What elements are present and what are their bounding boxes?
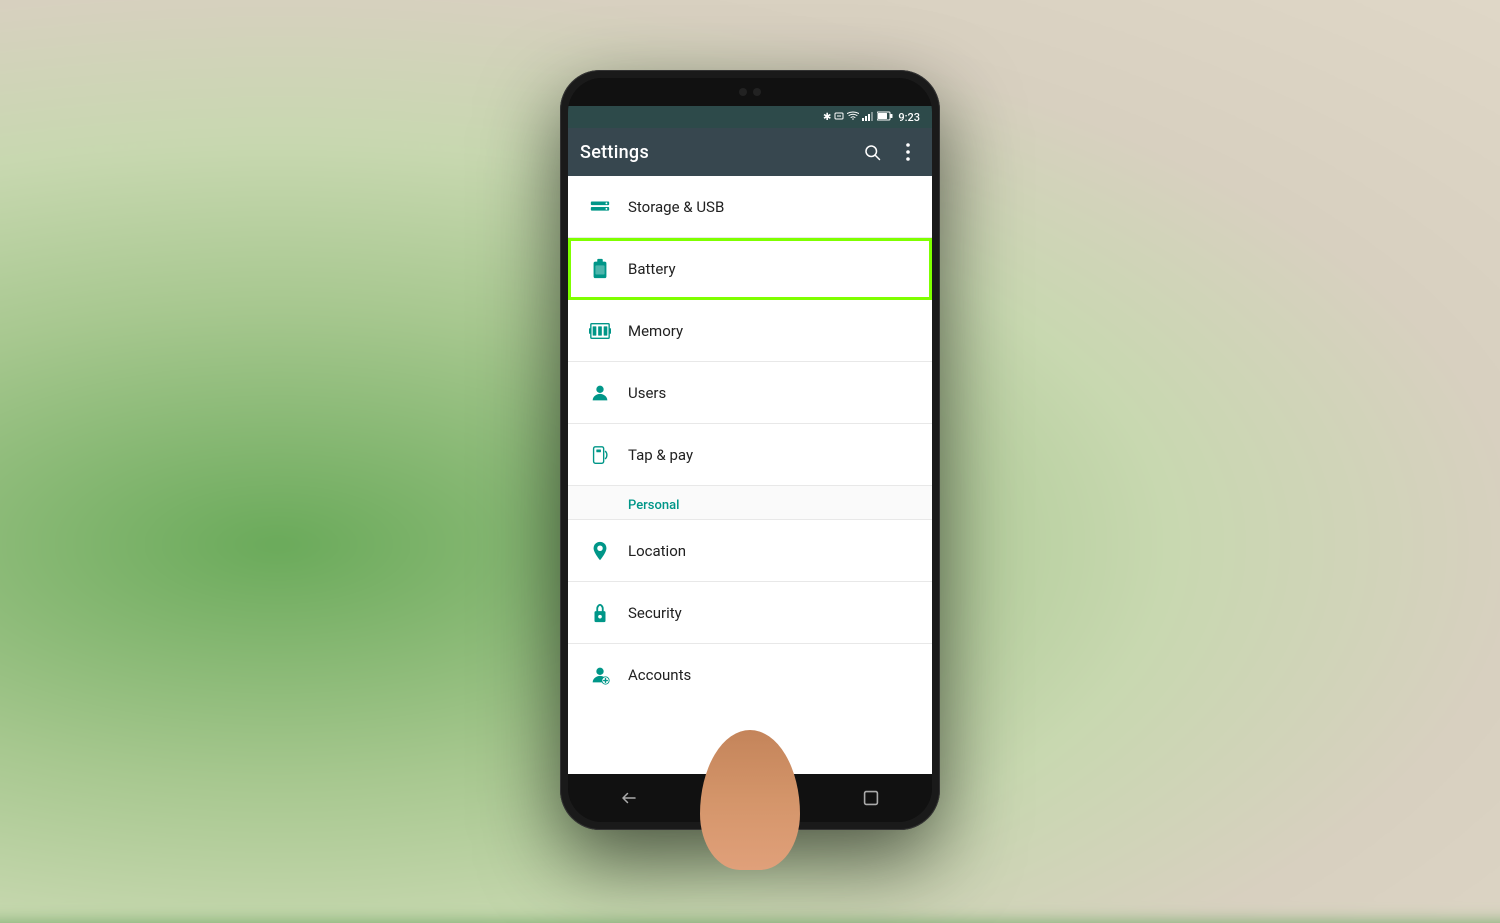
location-icon bbox=[584, 540, 616, 562]
time-display: 9:23 bbox=[898, 111, 920, 124]
battery-label: Battery bbox=[628, 260, 676, 278]
wifi-icon bbox=[847, 111, 859, 124]
battery-icon bbox=[584, 258, 616, 280]
settings-item-location[interactable]: Location bbox=[568, 520, 932, 582]
app-bar: Settings bbox=[568, 128, 932, 176]
nfc-icon bbox=[834, 111, 844, 124]
tap-pay-label: Tap & pay bbox=[628, 446, 693, 464]
settings-item-battery[interactable]: Battery bbox=[568, 238, 932, 300]
settings-item-accounts[interactable]: Accounts bbox=[568, 644, 932, 706]
storage-label: Storage & USB bbox=[628, 198, 724, 216]
location-label: Location bbox=[628, 542, 686, 560]
memory-label: Memory bbox=[628, 322, 683, 340]
accounts-icon bbox=[584, 664, 616, 686]
page-title: Settings bbox=[580, 142, 649, 163]
phone-frame: ✱ bbox=[560, 70, 940, 830]
settings-item-security[interactable]: Security bbox=[568, 582, 932, 644]
more-options-button[interactable] bbox=[896, 140, 920, 164]
bluetooth-icon: ✱ bbox=[823, 112, 831, 123]
settings-list: Storage & USB Battery bbox=[568, 176, 932, 774]
settings-item-users[interactable]: Users bbox=[568, 362, 932, 424]
settings-item-tap-pay[interactable]: Tap & pay bbox=[568, 424, 932, 486]
status-bar: ✱ bbox=[568, 106, 932, 128]
memory-icon bbox=[584, 320, 616, 342]
status-icons: ✱ bbox=[823, 111, 920, 124]
signal-icon bbox=[862, 111, 874, 124]
accounts-label: Accounts bbox=[628, 666, 691, 684]
security-label: Security bbox=[628, 604, 682, 622]
tap-pay-icon bbox=[584, 444, 616, 466]
personal-section-header: Personal bbox=[568, 486, 932, 520]
recents-button[interactable] bbox=[851, 778, 891, 818]
users-icon bbox=[584, 382, 616, 404]
phone-camera bbox=[568, 78, 932, 106]
settings-item-memory[interactable]: Memory bbox=[568, 300, 932, 362]
settings-item-storage[interactable]: Storage & USB bbox=[568, 176, 932, 238]
phone-device: ✱ bbox=[560, 70, 940, 830]
storage-icon bbox=[584, 196, 616, 218]
battery-status-icon bbox=[877, 111, 893, 124]
security-icon bbox=[584, 602, 616, 624]
search-button[interactable] bbox=[860, 140, 884, 164]
back-button[interactable] bbox=[609, 778, 649, 818]
app-bar-actions bbox=[860, 140, 920, 164]
users-label: Users bbox=[628, 384, 666, 402]
